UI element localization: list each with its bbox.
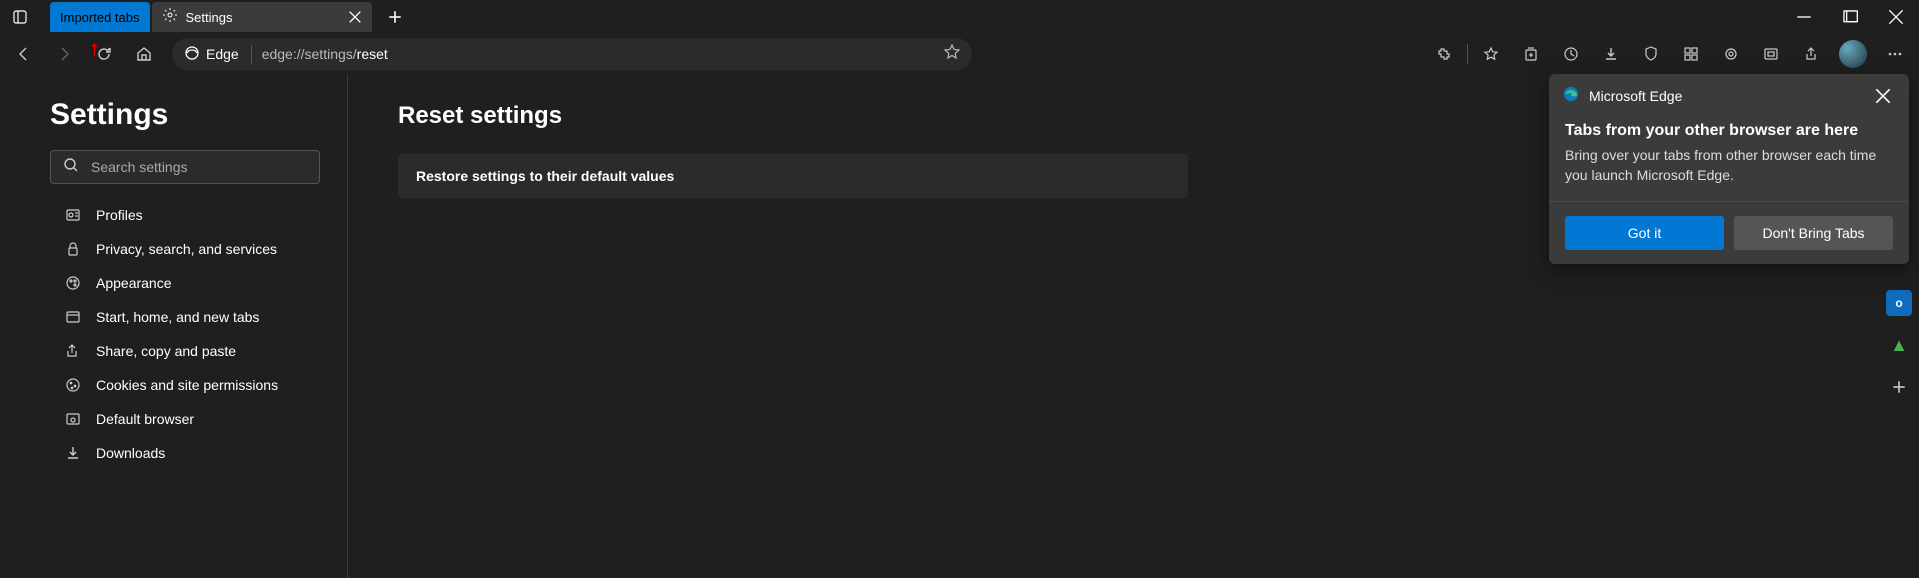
search-icon	[63, 157, 79, 178]
nav-start[interactable]: Start, home, and new tabs	[50, 300, 320, 334]
gear-icon	[162, 7, 178, 28]
home-button[interactable]	[124, 36, 164, 72]
tab-label: Settings	[186, 10, 346, 25]
site-identity-label: Edge	[206, 46, 239, 62]
close-window-button[interactable]	[1873, 0, 1919, 34]
new-tab-button[interactable]	[380, 2, 410, 32]
edge-logo-icon	[1563, 86, 1579, 107]
titlebar: Imported tabs Settings	[0, 0, 1919, 34]
popup-app-name: Microsoft Edge	[1589, 88, 1682, 104]
popup-body-text: Bring over your tabs from other browser …	[1565, 146, 1893, 185]
tab-settings[interactable]: Settings	[152, 2, 372, 32]
separator	[1467, 44, 1468, 64]
imported-tabs-button[interactable]: Imported tabs	[50, 2, 150, 32]
history-button[interactable]	[1551, 36, 1591, 72]
nav-share[interactable]: Share, copy and paste	[50, 334, 320, 368]
add-sidebar-app-button[interactable]	[1886, 374, 1912, 400]
cookie-icon	[64, 377, 82, 393]
nav-profiles[interactable]: Profiles	[50, 198, 320, 232]
got-it-button[interactable]: Got it	[1565, 216, 1724, 250]
nav-label: Default browser	[96, 411, 194, 427]
tracking-prevention-button[interactable]	[1631, 36, 1671, 72]
nav-privacy[interactable]: Privacy, search, and services	[50, 232, 320, 266]
favorite-star-button[interactable]	[944, 44, 960, 65]
favorites-button[interactable]	[1471, 36, 1511, 72]
edge-sidebar: o ▲	[1879, 290, 1919, 400]
back-button[interactable]	[4, 36, 44, 72]
toolbar: Edge edge://settings/reset	[0, 34, 1919, 74]
nav-appearance[interactable]: Appearance	[50, 266, 320, 300]
performance-button[interactable]	[1711, 36, 1751, 72]
site-identity: Edge	[184, 45, 252, 64]
collections-button[interactable]	[1511, 36, 1551, 72]
window-icon	[64, 309, 82, 325]
download-icon	[64, 445, 82, 461]
share-icon	[64, 343, 82, 359]
window-controls	[1781, 0, 1919, 34]
address-bar[interactable]: Edge edge://settings/reset	[172, 38, 972, 70]
nav-label: Downloads	[96, 445, 165, 461]
search-settings-box[interactable]	[50, 150, 320, 184]
edge-logo-icon	[184, 45, 200, 64]
refresh-button[interactable]	[84, 36, 124, 72]
nav-label: Share, copy and paste	[96, 343, 236, 359]
tab-close-button[interactable]	[346, 8, 364, 26]
profile-icon	[64, 207, 82, 223]
restore-defaults-label: Restore settings to their default values	[416, 168, 674, 184]
downloads-button[interactable]	[1591, 36, 1631, 72]
lock-icon	[64, 241, 82, 257]
url-text: edge://settings/reset	[262, 46, 388, 62]
outlook-app-button[interactable]: o	[1886, 290, 1912, 316]
nav-cookies[interactable]: Cookies and site permissions	[50, 368, 320, 402]
screenshot-button[interactable]	[1751, 36, 1791, 72]
dont-bring-tabs-button[interactable]: Don't Bring Tabs	[1734, 216, 1893, 250]
popup-close-button[interactable]	[1871, 84, 1895, 108]
search-settings-input[interactable]	[91, 159, 307, 175]
nav-default-browser[interactable]: Default browser	[50, 402, 320, 436]
nav-label: Cookies and site permissions	[96, 377, 278, 393]
nav-label: Profiles	[96, 207, 143, 223]
share-button[interactable]	[1791, 36, 1831, 72]
browser-icon	[64, 411, 82, 427]
paint-icon	[64, 275, 82, 291]
maximize-button[interactable]	[1827, 0, 1873, 34]
e-tree-app-button[interactable]: ▲	[1886, 332, 1912, 358]
menu-button[interactable]	[1875, 36, 1915, 72]
profile-avatar[interactable]	[1839, 40, 1867, 68]
tab-actions-button[interactable]	[0, 0, 40, 34]
settings-sidebar: Settings Profiles Privacy, search, and s…	[0, 74, 348, 578]
extensions-button[interactable]	[1424, 36, 1464, 72]
apps-button[interactable]	[1671, 36, 1711, 72]
nav-label: Appearance	[96, 275, 172, 291]
settings-title: Settings	[50, 98, 317, 132]
tabs-import-popup: Microsoft Edge Tabs from your other brow…	[1549, 74, 1909, 264]
nav-downloads[interactable]: Downloads	[50, 436, 320, 470]
popup-title: Tabs from your other browser are here	[1565, 122, 1893, 140]
imported-tabs-label: Imported tabs	[60, 10, 140, 25]
minimize-button[interactable]	[1781, 0, 1827, 34]
forward-button[interactable]	[44, 36, 84, 72]
nav-label: Privacy, search, and services	[96, 241, 277, 257]
nav-label: Start, home, and new tabs	[96, 309, 259, 325]
restore-defaults-row[interactable]: Restore settings to their default values	[398, 154, 1188, 198]
